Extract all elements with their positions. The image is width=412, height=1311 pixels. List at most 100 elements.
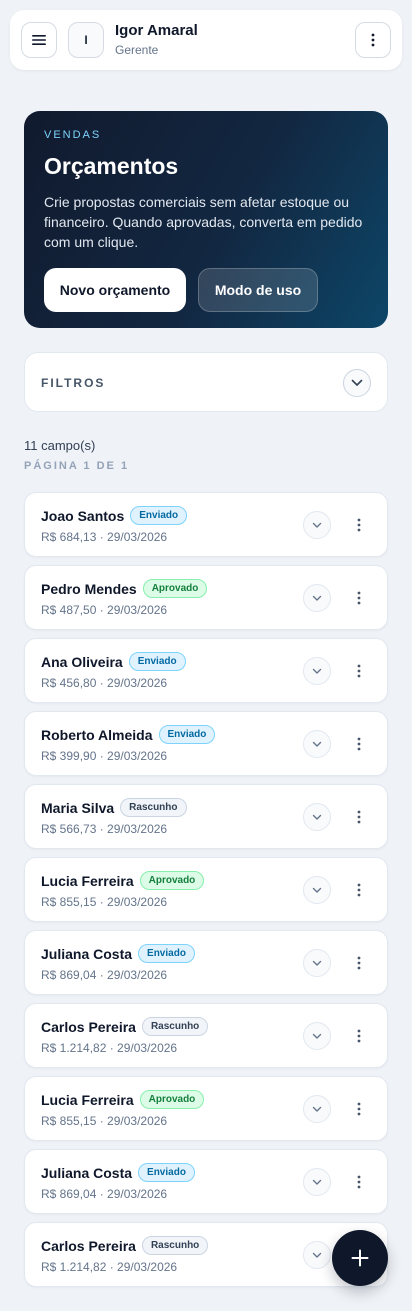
quote-amount-date: R$ 1.214,82 · 29/03/2026 — [41, 1260, 178, 1274]
quote-amount-date: R$ 855,15 · 29/03/2026 — [41, 1114, 168, 1128]
result-count: 11 campo(s) — [24, 438, 96, 453]
quote-row[interactable]: Lucia Ferreira Aprovado R$ 855,15 · 29/03/… — [24, 857, 388, 922]
status-badge: Rascunho — [120, 798, 187, 817]
row-options-button[interactable] — [347, 730, 371, 758]
quote-row[interactable]: Juliana Costa Enviado R$ 869,04 · 29/03/20… — [24, 930, 388, 995]
status-badge: Aprovado — [139, 871, 205, 890]
expand-row-button[interactable] — [303, 584, 331, 612]
quote-row[interactable]: Roberto Almeida Enviado R$ 399,90 · 29/03/… — [24, 711, 388, 776]
filters-toggle-button[interactable] — [343, 369, 371, 397]
more-vertical-icon — [371, 33, 375, 47]
status-badge: Enviado — [158, 725, 216, 744]
client-name: Maria Silva — [41, 799, 115, 816]
chevron-down-icon — [312, 1106, 322, 1112]
chevron-down-icon — [312, 741, 322, 747]
expand-row-button[interactable] — [303, 1022, 331, 1050]
quote-amount-date: R$ 456,80 · 29/03/2026 — [41, 676, 168, 690]
quote-amount-date: R$ 487,50 · 29/03/2026 — [41, 603, 168, 617]
quote-row-header: Ana Oliveira Enviado — [41, 652, 186, 671]
pagination-info: PÁGINA 1 DE 1 — [24, 460, 130, 472]
quote-amount-date: R$ 855,15 · 29/03/2026 — [41, 895, 168, 909]
chevron-down-icon — [312, 814, 322, 820]
expand-row-button[interactable] — [303, 1168, 331, 1196]
quote-row-header: Juliana Costa Enviado — [41, 944, 195, 963]
add-quote-fab[interactable] — [332, 1230, 388, 1286]
hero-description: Crie propostas comerciais sem afetar est… — [44, 194, 363, 250]
row-options-button[interactable] — [347, 1022, 371, 1050]
more-vertical-icon — [357, 1102, 361, 1116]
chevron-down-icon — [312, 887, 322, 893]
user-role: Gerente — [115, 43, 159, 57]
menu-icon — [32, 35, 46, 45]
row-options-button[interactable] — [347, 876, 371, 904]
expand-row-button[interactable] — [303, 1095, 331, 1123]
row-options-button[interactable] — [347, 803, 371, 831]
quote-row-header: Pedro Mendes Aprovado — [41, 579, 208, 598]
quote-row-header: Roberto Almeida Enviado — [41, 725, 216, 744]
more-options-button[interactable] — [355, 22, 391, 58]
quote-row[interactable]: Pedro Mendes Aprovado R$ 487,50 · 29/03/20… — [24, 565, 388, 630]
quote-row-header: Joao Santos Enviado — [41, 506, 188, 525]
expand-row-button[interactable] — [303, 657, 331, 685]
quote-row-header: Lucia Ferreira Aprovado — [41, 1090, 205, 1109]
chevron-down-icon — [312, 1033, 322, 1039]
quote-row[interactable]: Maria Silva Rascunho R$ 566,73 · 29/03/202… — [24, 784, 388, 849]
quote-amount-date: R$ 399,90 · 29/03/2026 — [41, 749, 168, 763]
quote-row[interactable]: Carlos Pereira Rascunho R$ 1.214,82 · 29/0… — [24, 1003, 388, 1068]
filters-panel[interactable]: FILTROS — [24, 352, 388, 412]
status-badge: Rascunho — [141, 1017, 209, 1036]
client-name: Carlos Pereira — [41, 1237, 136, 1254]
chevron-down-icon — [312, 1179, 322, 1185]
more-vertical-icon — [357, 1029, 361, 1043]
quote-amount-date: R$ 869,04 · 29/03/2026 — [41, 968, 168, 982]
menu-button[interactable] — [21, 22, 57, 58]
avatar[interactable]: I — [68, 22, 104, 58]
row-options-button[interactable] — [347, 584, 371, 612]
quote-row-header: Juliana Costa Enviado — [41, 1163, 195, 1182]
status-badge: Enviado — [128, 652, 186, 671]
row-options-button[interactable] — [347, 657, 371, 685]
filters-label: FILTROS — [41, 376, 106, 390]
quote-row[interactable]: Joao Santos Enviado R$ 684,13 · 29/03/2026 — [24, 492, 388, 557]
quote-amount-date: R$ 566,73 · 29/03/2026 — [41, 822, 168, 836]
usage-mode-button[interactable]: Modo de uso — [198, 268, 318, 312]
more-vertical-icon — [357, 1175, 361, 1189]
row-options-button[interactable] — [347, 511, 371, 539]
more-vertical-icon — [357, 810, 361, 824]
new-quote-button[interactable]: Novo orçamento — [44, 268, 186, 312]
quote-row[interactable]: Ana Oliveira Enviado R$ 456,80 · 29/03/202… — [24, 638, 388, 703]
quote-row-header: Carlos Pereira Rascunho — [41, 1236, 209, 1255]
hero-card: VENDAS Orçamentos Crie propostas comerci… — [24, 111, 388, 328]
client-name: Joao Santos — [41, 507, 125, 524]
user-name: Igor Amaral — [115, 22, 198, 39]
expand-row-button[interactable] — [303, 876, 331, 904]
plus-icon — [351, 1249, 369, 1267]
more-vertical-icon — [357, 956, 361, 970]
expand-row-button[interactable] — [303, 730, 331, 758]
row-options-button[interactable] — [347, 1095, 371, 1123]
quote-amount-date: R$ 684,13 · 29/03/2026 — [41, 530, 168, 544]
client-name: Ana Oliveira — [41, 653, 123, 670]
client-name: Juliana Costa — [41, 945, 133, 962]
quote-amount-date: R$ 1.214,82 · 29/03/2026 — [41, 1041, 178, 1055]
client-name: Juliana Costa — [41, 1164, 133, 1181]
status-badge: Enviado — [130, 506, 188, 525]
expand-row-button[interactable] — [303, 511, 331, 539]
quote-row[interactable]: Lucia Ferreira Aprovado R$ 855,15 · 29/03/… — [24, 1076, 388, 1141]
expand-row-button[interactable] — [303, 803, 331, 831]
status-badge: Enviado — [138, 944, 195, 963]
quote-row-header: Maria Silva Rascunho — [41, 798, 187, 817]
more-vertical-icon — [357, 664, 361, 678]
client-name: Lucia Ferreira — [41, 1091, 134, 1108]
client-name: Pedro Mendes — [41, 580, 137, 597]
row-options-button[interactable] — [347, 949, 371, 977]
status-badge: Aprovado — [139, 1090, 205, 1109]
quote-row[interactable]: Juliana Costa Enviado R$ 869,04 · 29/03/20… — [24, 1149, 388, 1214]
more-vertical-icon — [357, 518, 361, 532]
top-bar: I Igor Amaral Gerente — [10, 10, 402, 70]
status-badge: Aprovado — [142, 579, 208, 598]
row-options-button[interactable] — [347, 1168, 371, 1196]
expand-row-button[interactable] — [303, 1241, 331, 1269]
expand-row-button[interactable] — [303, 949, 331, 977]
quote-row-header: Lucia Ferreira Aprovado — [41, 871, 205, 890]
